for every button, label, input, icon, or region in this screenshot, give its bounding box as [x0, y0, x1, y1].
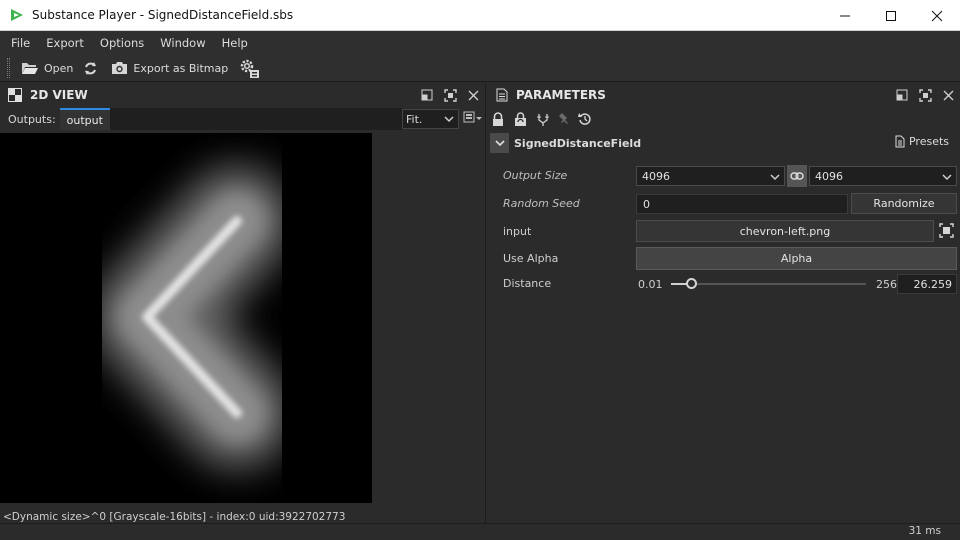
- distance-slider-handle[interactable]: [686, 278, 697, 289]
- param-input: input chevron-left.png: [488, 220, 960, 244]
- link-icon: [790, 172, 804, 180]
- float-panel-icon[interactable]: [896, 89, 908, 101]
- status-bar: 31 ms: [0, 523, 960, 540]
- close-panel-icon[interactable]: [943, 90, 954, 101]
- presets-label: Presets: [908, 135, 949, 148]
- menu-file[interactable]: File: [3, 36, 38, 50]
- random-seed-label: Random Seed: [503, 197, 580, 210]
- toolbar: Open Export as Bitmap: [0, 55, 960, 82]
- presets-document-icon: [895, 135, 905, 148]
- input-label: input: [503, 225, 532, 238]
- image-frame-icon[interactable]: [939, 223, 954, 238]
- menu-bar: File Export Options Window Help: [0, 31, 960, 55]
- maximize-panel-icon[interactable]: [919, 88, 932, 102]
- open-label: Open: [44, 61, 74, 75]
- chevron-down-icon: [942, 174, 952, 181]
- lock-sync-icon[interactable]: [513, 111, 528, 127]
- gear-icon: [240, 59, 260, 78]
- zoom-mode-select[interactable]: Fit.: [402, 109, 459, 129]
- float-panel-icon[interactable]: [421, 89, 433, 101]
- render-time: 31 ms: [908, 525, 941, 537]
- view-2d-header: 2D VIEW: [0, 83, 485, 107]
- reset-icon[interactable]: [578, 112, 592, 126]
- title-bar: Substance Player - SignedDistanceField.s…: [0, 0, 960, 31]
- group-title: SignedDistanceField: [514, 136, 642, 150]
- input-file-button[interactable]: chevron-left.png: [636, 220, 934, 242]
- export-label: Export as Bitmap: [133, 61, 229, 75]
- refresh-icon: [85, 61, 97, 75]
- camera-icon: [112, 62, 128, 74]
- link-size-toggle[interactable]: [787, 165, 807, 187]
- alpha-toggle-button[interactable]: Alpha: [636, 247, 957, 270]
- menu-options[interactable]: Options: [92, 36, 152, 50]
- view-options-icon[interactable]: [463, 111, 483, 125]
- tab-output[interactable]: output: [59, 108, 110, 130]
- distance-slider-track[interactable]: [671, 283, 866, 285]
- outputs-tab-strip: output: [59, 108, 403, 130]
- outputs-bar: Outputs: output Fit.: [0, 107, 485, 131]
- param-output-size: Output Size 4096 4096: [488, 164, 960, 188]
- app-logo-icon: [11, 9, 23, 21]
- use-alpha-label: Use Alpha: [503, 252, 559, 265]
- distance-max-label: 256: [876, 278, 897, 291]
- export-bitmap-button[interactable]: Export as Bitmap: [111, 57, 228, 79]
- rendered-output-image: [0, 133, 372, 503]
- random-tools-icon[interactable]: [536, 112, 550, 127]
- random-seed-value: 0: [643, 197, 650, 211]
- presets-button[interactable]: Presets: [895, 135, 949, 148]
- chevron-down-icon: [494, 140, 505, 147]
- open-button[interactable]: Open: [21, 57, 73, 79]
- minimize-button[interactable]: [822, 0, 868, 31]
- random-seed-input[interactable]: 0: [636, 194, 848, 214]
- close-window-button[interactable]: [914, 0, 960, 31]
- settings-button[interactable]: [238, 57, 265, 79]
- close-panel-icon[interactable]: [468, 90, 479, 101]
- param-use-alpha: Use Alpha Alpha: [488, 247, 960, 271]
- pin-icon: [558, 112, 570, 126]
- distance-min-label: 0.01: [638, 278, 663, 291]
- lock-icon[interactable]: [491, 111, 505, 127]
- output-width-select[interactable]: 4096: [636, 166, 785, 186]
- output-size-label: Output Size: [503, 169, 568, 182]
- output-width-value: 4096: [642, 169, 670, 183]
- render-viewport[interactable]: [0, 133, 372, 503]
- minimize-icon: [840, 15, 850, 16]
- output-height-value: 4096: [815, 169, 843, 183]
- chevron-down-icon: [444, 116, 454, 123]
- parameter-tools: [488, 107, 960, 131]
- parameters-panel: PARAMETERS SignedDistanceField Presets O…: [488, 83, 960, 523]
- view-2d-panel: 2D VIEW Outputs: output Fit. <Dynamic si…: [0, 83, 486, 523]
- maximize-button[interactable]: [868, 0, 914, 31]
- zoom-mode-value: Fit.: [406, 112, 423, 126]
- group-collapse-toggle[interactable]: [490, 133, 509, 153]
- reload-button[interactable]: [83, 57, 103, 79]
- toolbar-grip[interactable]: [7, 58, 10, 78]
- maximize-panel-icon[interactable]: [444, 88, 457, 102]
- parameters-title: PARAMETERS: [516, 88, 606, 102]
- folder-open-icon: [22, 63, 38, 74]
- close-icon: [931, 10, 943, 21]
- checker-icon: [8, 88, 22, 102]
- param-distance: Distance 0.01 256 26.259: [488, 272, 960, 296]
- window-title: Substance Player - SignedDistanceField.s…: [32, 8, 294, 22]
- distance-value-input[interactable]: 26.259: [897, 274, 957, 294]
- output-height-select[interactable]: 4096: [809, 166, 957, 186]
- group-header: SignedDistanceField Presets: [488, 131, 960, 155]
- parameters-header: PARAMETERS: [488, 83, 960, 107]
- param-random-seed: Random Seed 0 Randomize: [488, 192, 960, 216]
- maximize-icon: [886, 10, 896, 21]
- output-info-status: <Dynamic size>^0 [Grayscale-16bits] - in…: [3, 511, 346, 523]
- chevron-down-icon: [770, 174, 780, 181]
- randomize-button[interactable]: Randomize: [851, 193, 957, 214]
- menu-export[interactable]: Export: [38, 36, 92, 50]
- view-2d-title: 2D VIEW: [30, 88, 88, 102]
- outputs-label: Outputs:: [8, 112, 56, 126]
- menu-help[interactable]: Help: [214, 36, 256, 50]
- distance-value: 26.259: [913, 277, 953, 291]
- distance-label: Distance: [503, 277, 552, 290]
- document-icon: [496, 88, 508, 102]
- menu-window[interactable]: Window: [152, 36, 213, 50]
